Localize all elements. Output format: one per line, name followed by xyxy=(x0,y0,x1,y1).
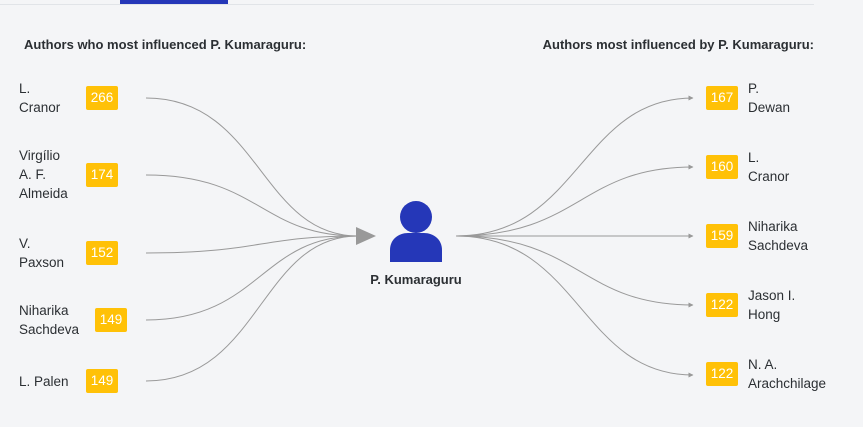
author-name[interactable]: Niharika Sachdeva xyxy=(19,301,95,339)
influence-count-badge: 160 xyxy=(706,155,738,179)
influencer-item[interactable]: L. Cranor 266 xyxy=(19,79,118,117)
edge-in-2 xyxy=(145,235,359,254)
influence-count-badge: 122 xyxy=(706,362,738,386)
edge-out-4 xyxy=(455,235,694,378)
influencer-item[interactable]: L. Palen 149 xyxy=(19,369,118,393)
author-name[interactable]: L. Cranor xyxy=(748,148,789,186)
arrowhead-in xyxy=(356,227,376,245)
influenced-item[interactable]: 160 L. Cranor xyxy=(706,148,789,186)
author-name[interactable]: P. Dewan xyxy=(748,79,790,117)
influence-count-badge: 266 xyxy=(86,86,118,110)
edge-in-0 xyxy=(145,97,359,237)
edge-out-1 xyxy=(455,164,694,237)
author-name[interactable]: L. Cranor xyxy=(19,79,86,117)
influencer-item[interactable]: Niharika Sachdeva 149 xyxy=(19,301,127,339)
influenced-item[interactable]: 167 P. Dewan xyxy=(706,79,790,117)
influence-count-badge: 149 xyxy=(95,308,127,332)
center-author-name: P. Kumaraguru xyxy=(370,272,462,287)
influence-count-badge: 122 xyxy=(706,293,738,317)
author-name[interactable]: V. Paxson xyxy=(19,234,86,272)
author-name[interactable]: Jason I. Hong xyxy=(748,286,795,324)
influence-count-badge: 152 xyxy=(86,241,118,265)
person-icon xyxy=(390,201,442,262)
edge-out-0 xyxy=(455,95,694,237)
influence-count-badge: 174 xyxy=(86,162,118,187)
author-name[interactable]: L. Palen xyxy=(19,372,86,391)
author-name[interactable]: Virgílio A. F. Almeida xyxy=(19,146,86,203)
edge-out-3 xyxy=(455,235,694,308)
influence-count-badge: 149 xyxy=(86,369,118,393)
influenced-item[interactable]: 122 Jason I. Hong xyxy=(706,286,795,324)
influence-count-badge: 159 xyxy=(706,224,738,248)
influenced-item[interactable]: 122 N. A. Arachchilage xyxy=(706,355,826,393)
edge-in-3 xyxy=(145,235,359,321)
author-name[interactable]: N. A. Arachchilage xyxy=(748,355,826,393)
influence-count-badge: 167 xyxy=(706,86,738,110)
influencer-item[interactable]: Virgílio A. F. Almeida 174 xyxy=(19,146,118,203)
author-name[interactable]: Niharika Sachdeva xyxy=(748,217,808,255)
influencer-item[interactable]: V. Paxson 152 xyxy=(19,234,118,272)
edge-in-4 xyxy=(145,235,359,382)
edge-in-1 xyxy=(145,174,359,237)
influenced-item[interactable]: 159 Niharika Sachdeva xyxy=(706,217,808,255)
